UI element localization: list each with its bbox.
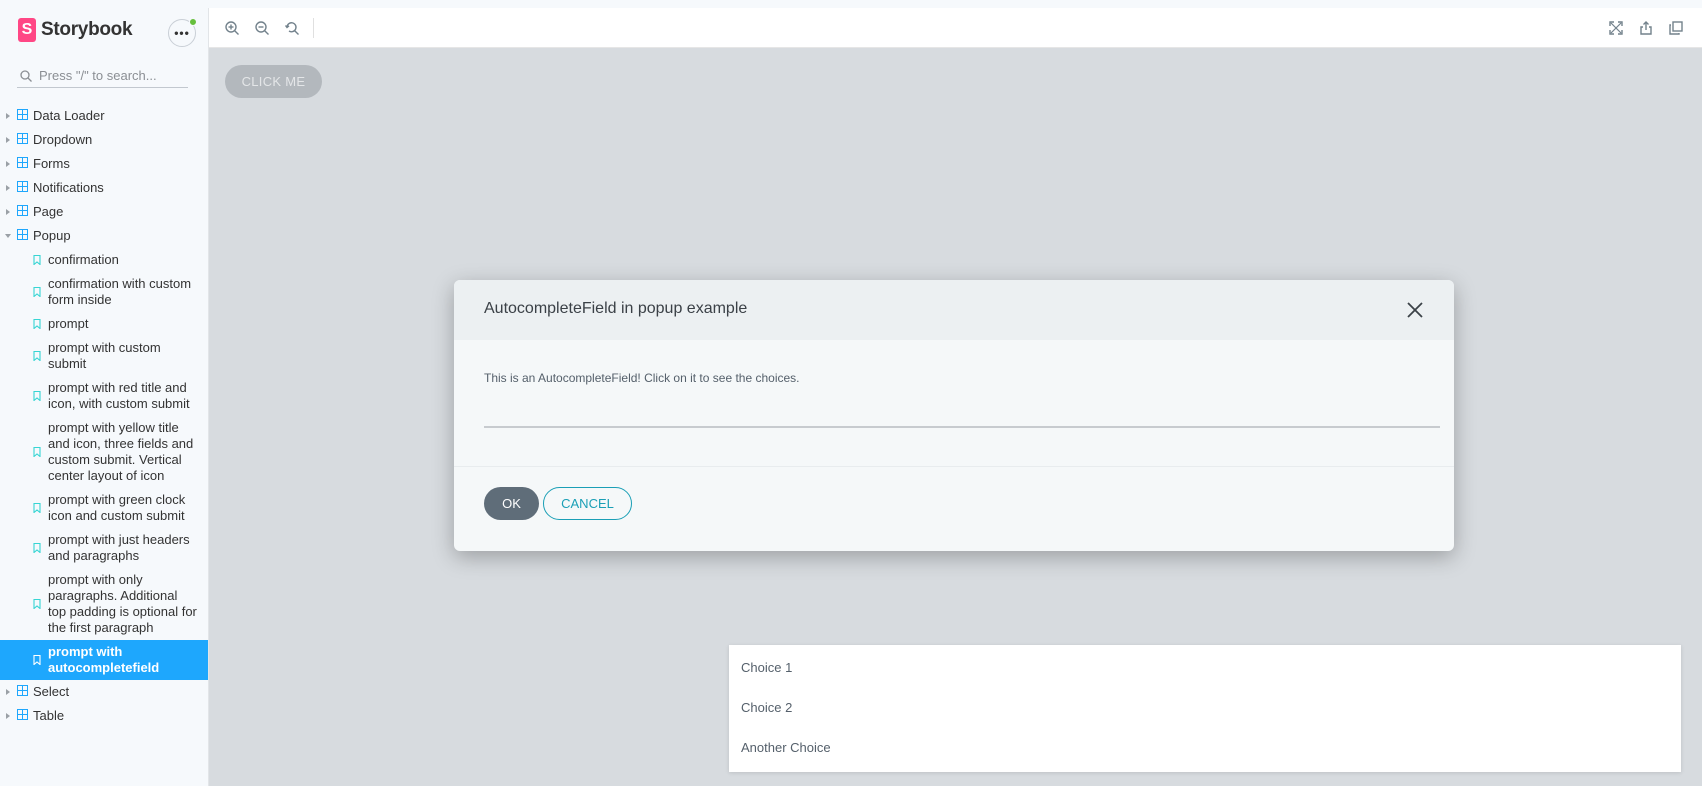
sidebar-story[interactable]: prompt with red title and icon, with cus… [0, 376, 208, 416]
chevron-down-icon [5, 234, 11, 238]
component-icon [17, 133, 28, 144]
popup-header: AutocompleteField in popup example [454, 280, 1454, 340]
story-tree: Data Loader Dropdown Forms Notifications Pag… [0, 104, 208, 728]
sidebar-group[interactable]: Popup [0, 224, 208, 248]
sidebar-group-label: Data Loader [33, 108, 105, 123]
sidebar-group-label: Select [33, 684, 70, 699]
sidebar-group-label: Popup [33, 228, 71, 243]
cancel-button[interactable]: CANCEL [543, 487, 632, 520]
sidebar-story-label: prompt with just headers and paragraphs [48, 532, 190, 563]
sidebar-story[interactable]: prompt [0, 312, 208, 336]
sidebar-group[interactable]: Dropdown [0, 128, 208, 152]
popup-dialog: AutocompleteField in popup example This … [454, 280, 1454, 551]
sidebar-story-label: prompt with red title and icon, with cus… [48, 380, 190, 411]
chevron-right-icon [6, 209, 10, 215]
popup-title: AutocompleteField in popup example [484, 300, 748, 317]
sidebar-group[interactable]: Data Loader [0, 104, 208, 128]
autocomplete-input[interactable] [484, 400, 1440, 428]
sidebar-group-label: Notifications [33, 180, 104, 195]
component-icon [17, 181, 28, 192]
sidebar-story-label: confirmation [48, 252, 119, 267]
component-icon [17, 685, 28, 696]
sidebar-story-label: confirmation with custom form inside [48, 276, 192, 307]
ok-button[interactable]: OK [484, 487, 539, 520]
sidebar-group-label: Dropdown [33, 132, 93, 147]
choice-option[interactable]: Choice 2 [741, 700, 792, 715]
choice-option[interactable]: Another Choice [741, 740, 831, 755]
toolbar-separator [313, 18, 314, 38]
fullscreen-icon[interactable] [1608, 20, 1624, 36]
component-icon [17, 709, 28, 720]
sidebar-group[interactable]: Page [0, 200, 208, 224]
sidebar-story-selected[interactable]: prompt with autocompletefield [0, 640, 208, 680]
search-icon [20, 69, 32, 82]
sidebar: S Storybook ••• Data Loader Dropdown Forms… [0, 0, 208, 786]
sidebar-group[interactable]: Notifications [0, 176, 208, 200]
sidebar-story[interactable]: confirmation [0, 248, 208, 272]
autocomplete-label: This is an AutocompleteField! Click on i… [484, 371, 800, 385]
search-input[interactable] [39, 68, 179, 83]
preview-panel: CLICK ME AutocompleteField in popup exam… [208, 8, 1702, 786]
sidebar-story[interactable]: prompt with yellow title and icon, three… [0, 416, 208, 488]
chevron-right-icon [6, 113, 10, 119]
sidebar-group-label: Page [33, 204, 64, 219]
bookmark-icon [33, 543, 41, 553]
chevron-right-icon [6, 713, 10, 719]
zoom-in-icon[interactable] [224, 20, 240, 36]
bookmark-icon [33, 319, 41, 329]
sidebar-story-label: prompt with autocompletefield [48, 644, 160, 675]
sidebar-group[interactable]: Select [0, 680, 208, 704]
chevron-right-icon [6, 161, 10, 167]
popup-body: This is an AutocompleteField! Click on i… [454, 340, 1454, 466]
status-dot [189, 18, 197, 26]
sidebar-group[interactable]: Table [0, 704, 208, 728]
storybook-logo-icon: S [18, 18, 36, 42]
sidebar-story-label: prompt with green clock icon and custom … [48, 492, 186, 523]
bookmark-icon [33, 447, 41, 457]
component-icon [17, 229, 28, 240]
component-icon [17, 109, 28, 120]
bookmark-icon [33, 255, 41, 265]
toolbar [209, 8, 1702, 48]
component-icon [17, 205, 28, 216]
bookmark-icon [33, 655, 41, 665]
chevron-right-icon [6, 689, 10, 695]
popup-divider [454, 466, 1454, 467]
autocomplete-choices: Choice 1 Choice 2 Another Choice [729, 645, 1681, 772]
copy-icon[interactable] [1668, 20, 1684, 36]
share-icon[interactable] [1638, 20, 1654, 36]
bookmark-icon [33, 599, 41, 609]
zoom-out-icon[interactable] [254, 20, 270, 36]
sidebar-group-label: Forms [33, 156, 70, 171]
ellipsis-icon: ••• [174, 26, 190, 40]
brand-name: Storybook [41, 19, 133, 40]
sidebar-group-label: Table [33, 708, 65, 723]
zoom-reset-icon[interactable] [284, 20, 300, 36]
sidebar-story[interactable]: prompt with just headers and paragraphs [0, 528, 208, 568]
sidebar-story[interactable]: prompt with custom submit [0, 336, 208, 376]
sidebar-story-label: prompt [48, 316, 89, 331]
component-icon [17, 157, 28, 168]
click-me-button[interactable]: CLICK ME [225, 65, 322, 98]
close-icon[interactable] [1405, 300, 1425, 320]
chevron-right-icon [6, 137, 10, 143]
choice-option[interactable]: Choice 1 [741, 660, 792, 675]
sidebar-group[interactable]: Forms [0, 152, 208, 176]
chevron-right-icon [6, 185, 10, 191]
bookmark-icon [33, 287, 41, 297]
bookmark-icon [33, 351, 41, 361]
sidebar-story-label: prompt with custom submit [48, 340, 161, 371]
sidebar-story-label: prompt with only paragraphs. Additional … [48, 572, 197, 635]
sidebar-story[interactable]: confirmation with custom form inside [0, 272, 208, 312]
bookmark-icon [33, 391, 41, 401]
sidebar-story[interactable]: prompt with green clock icon and custom … [0, 488, 208, 528]
sidebar-story[interactable]: prompt with only paragraphs. Additional … [0, 568, 208, 640]
sidebar-story-label: prompt with yellow title and icon, three… [48, 420, 194, 483]
search-bar [17, 64, 188, 88]
story-canvas: CLICK ME AutocompleteField in popup exam… [209, 48, 1702, 786]
storybook-logo[interactable]: S Storybook [18, 18, 133, 42]
bookmark-icon [33, 503, 41, 513]
